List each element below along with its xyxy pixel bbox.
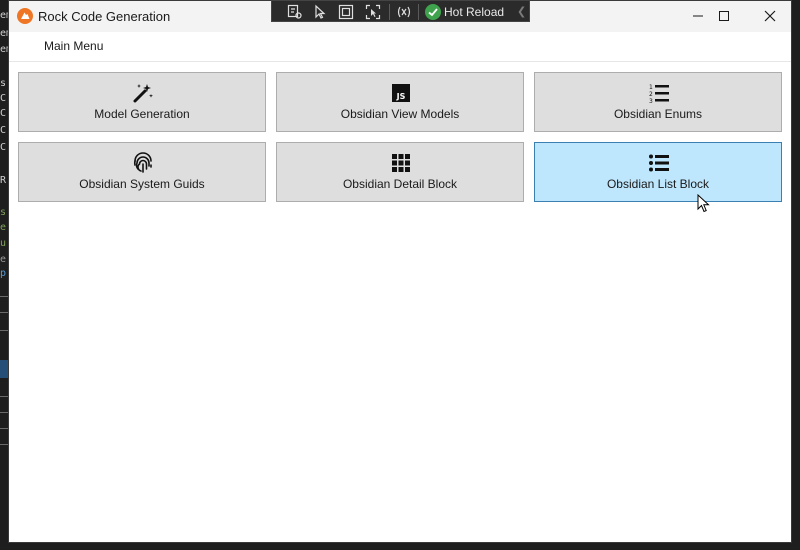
model-generation-button[interactable]: Model Generation bbox=[18, 72, 266, 132]
focus-track-icon bbox=[365, 4, 381, 20]
obsidian-list-block-button[interactable]: Obsidian List Block bbox=[534, 142, 782, 202]
tile-label: Model Generation bbox=[94, 107, 190, 121]
mouse-cursor-icon bbox=[697, 194, 710, 213]
tile-label: Obsidian View Models bbox=[340, 107, 460, 121]
background-divider bbox=[0, 412, 8, 413]
track-focused-element-button[interactable] bbox=[364, 4, 382, 20]
javascript-icon: JS bbox=[390, 82, 412, 104]
background-code-fragment: C bbox=[0, 142, 7, 153]
app-window: Rock Code Generation Main Menu Model Gen… bbox=[8, 0, 792, 543]
background-divider bbox=[0, 396, 8, 397]
select-element-button[interactable] bbox=[286, 4, 304, 20]
toolbar-separator bbox=[418, 4, 419, 20]
background-code-fragment: em bbox=[0, 28, 8, 39]
obsidian-view-models-button[interactable]: JS Obsidian View Models bbox=[276, 72, 524, 132]
background-code-fragment: u bbox=[0, 238, 7, 249]
background-code-fragment: C bbox=[0, 125, 7, 136]
magic-wand-icon bbox=[132, 82, 154, 104]
obsidian-enums-button[interactable]: 1 2 3 Obsidian Enums bbox=[534, 72, 782, 132]
binding-failures-button[interactable] bbox=[395, 4, 413, 20]
background-code-fragment: em bbox=[0, 10, 8, 21]
menu-item-main-menu[interactable]: Main Menu bbox=[44, 39, 103, 53]
background-divider bbox=[0, 428, 8, 429]
fingerprint-icon bbox=[132, 152, 154, 174]
window-title: Rock Code Generation bbox=[38, 9, 171, 24]
visual-tree-icon bbox=[287, 4, 302, 19]
bulleted-list-icon bbox=[648, 152, 670, 174]
background-selection bbox=[0, 360, 8, 378]
obsidian-system-guids-button[interactable]: Obsidian System Guids bbox=[18, 142, 266, 202]
svg-text:3: 3 bbox=[649, 98, 653, 104]
menu-bar: Main Menu bbox=[9, 32, 791, 62]
hot-reload-check-icon[interactable] bbox=[425, 4, 441, 20]
background-code-fragment: p bbox=[0, 268, 7, 279]
toolbar-separator bbox=[389, 4, 390, 20]
background-code-fragment: C bbox=[0, 108, 7, 119]
close-button[interactable] bbox=[747, 1, 793, 31]
binding-icon bbox=[397, 6, 411, 18]
hot-reload-label[interactable]: Hot Reload bbox=[444, 5, 504, 19]
svg-text:JS: JS bbox=[396, 92, 406, 101]
background-code-fragment: s bbox=[0, 207, 7, 218]
background-divider bbox=[0, 444, 8, 445]
background-code-fragment: R bbox=[0, 175, 7, 186]
grid-icon bbox=[390, 152, 412, 174]
rock-logo-icon bbox=[17, 8, 33, 24]
tile-label: Obsidian Enums bbox=[613, 107, 703, 121]
background-code-fragment: em bbox=[0, 44, 8, 55]
tile-label: Obsidian System Guids bbox=[79, 177, 205, 191]
display-layout-adorners-button[interactable] bbox=[337, 4, 355, 20]
tile-label: Obsidian Detail Block bbox=[342, 177, 458, 191]
svg-text:1: 1 bbox=[649, 84, 653, 91]
svg-text:2: 2 bbox=[649, 91, 653, 98]
hot-reload-toolbar: Hot Reload ❮ bbox=[271, 0, 530, 22]
close-icon bbox=[764, 10, 776, 22]
background-divider bbox=[0, 330, 8, 331]
numbered-list-icon: 1 2 3 bbox=[648, 82, 670, 104]
background-divider bbox=[0, 312, 8, 313]
background-code-fragment: e bbox=[0, 254, 7, 265]
tile-label: Obsidian List Block bbox=[606, 177, 710, 191]
background-code-fragment: C bbox=[0, 93, 7, 104]
background-code-fragment: s bbox=[0, 78, 7, 89]
background-divider bbox=[0, 296, 8, 297]
obsidian-detail-block-button[interactable]: Obsidian Detail Block bbox=[276, 142, 524, 202]
maximize-icon bbox=[719, 11, 729, 21]
pointer-icon bbox=[315, 4, 326, 19]
collapse-toolbar-icon[interactable]: ❮ bbox=[517, 5, 526, 18]
background-code-fragment: e bbox=[0, 222, 7, 233]
maximize-button[interactable] bbox=[701, 1, 747, 31]
layout-adorner-icon bbox=[338, 4, 354, 20]
pointer-select-button[interactable] bbox=[311, 4, 329, 20]
